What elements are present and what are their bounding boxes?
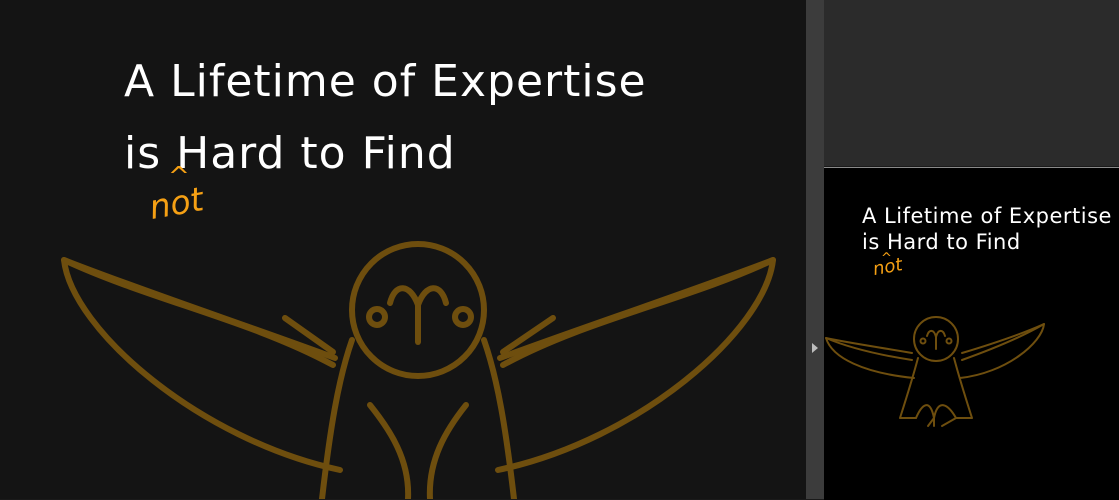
right-panel-header bbox=[824, 0, 1119, 166]
panel-divider[interactable] bbox=[806, 0, 824, 499]
owl-with-spread-wings-icon bbox=[61, 241, 776, 499]
main-slide-canvas[interactable]: A Lifetime of Expertise is Hard to Find … bbox=[0, 0, 806, 499]
thumbnail-owl-icon bbox=[825, 316, 1045, 427]
headline-line-1: A Lifetime of Expertise bbox=[124, 56, 647, 107]
thumbnail-handwritten-insert: not bbox=[871, 254, 905, 280]
expand-arrow-icon[interactable] bbox=[812, 343, 818, 353]
thumbnail-headline-line-1: A Lifetime of Expertise bbox=[862, 204, 1112, 228]
slide-thumbnail[interactable]: A Lifetime of Expertise is Hard to Find … bbox=[824, 167, 1119, 500]
handwritten-insert: not bbox=[146, 179, 207, 227]
